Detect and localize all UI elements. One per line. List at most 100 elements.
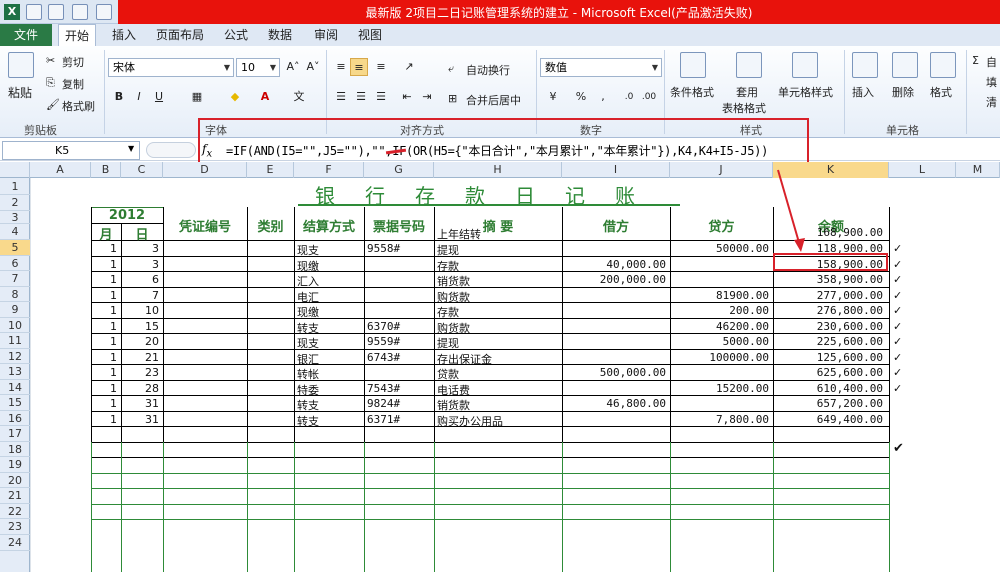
align-center-icon[interactable]: ☰: [352, 88, 370, 106]
row-header-24[interactable]: 24: [0, 535, 30, 551]
column-header-l[interactable]: L: [889, 162, 956, 178]
insert-cells-button[interactable]: 插入: [852, 84, 874, 100]
row-header-12[interactable]: 12: [0, 349, 30, 364]
row-header-16[interactable]: 16: [0, 411, 30, 426]
currency-icon[interactable]: ¥: [544, 88, 562, 106]
wrap-text-button[interactable]: 自动换行: [466, 62, 510, 78]
row-header-19[interactable]: 19: [0, 457, 30, 473]
selected-cell-k5[interactable]: [773, 253, 888, 271]
format-painter-button[interactable]: 格式刷: [62, 98, 95, 114]
delete-cells-button[interactable]: 删除: [892, 84, 914, 100]
font-color-icon[interactable]: A: [256, 88, 274, 106]
borders-icon[interactable]: ▦: [188, 88, 206, 106]
fill-button[interactable]: 填: [986, 74, 997, 90]
autosum-icon[interactable]: Σ: [972, 54, 979, 67]
clear-button[interactable]: 清: [986, 94, 997, 110]
column-header-e[interactable]: E: [247, 162, 294, 178]
row-header-8[interactable]: 8: [0, 287, 30, 302]
underline-button[interactable]: U: [150, 88, 168, 106]
cell-styles-button[interactable]: 单元格样式: [778, 84, 833, 100]
bold-button[interactable]: B: [110, 88, 128, 106]
row-header-2[interactable]: 2: [0, 195, 30, 211]
column-header-i[interactable]: I: [562, 162, 670, 178]
row-header-10[interactable]: 10: [0, 318, 30, 333]
row-header-20[interactable]: 20: [0, 473, 30, 488]
comma-button[interactable]: ,: [594, 88, 612, 106]
increase-indent-icon[interactable]: ⇥: [418, 88, 436, 106]
decrease-indent-icon[interactable]: ⇤: [398, 88, 416, 106]
italic-button[interactable]: I: [130, 88, 148, 106]
conditional-format-icon[interactable]: [680, 52, 706, 78]
row-header-18[interactable]: 18: [0, 442, 30, 457]
row-header-1[interactable]: 1: [0, 178, 30, 195]
format-painter-icon[interactable]: 🖌: [46, 98, 60, 111]
tab-review[interactable]: 审阅: [308, 24, 344, 46]
column-header-a[interactable]: A: [30, 162, 91, 178]
cut-button[interactable]: 剪切: [62, 54, 84, 70]
select-all[interactable]: [0, 162, 30, 178]
tab-insert[interactable]: 插入: [106, 24, 142, 46]
conditional-format-button[interactable]: 条件格式: [670, 84, 714, 100]
format-as-table-button[interactable]: 套用: [736, 84, 758, 100]
column-header-m[interactable]: M: [956, 162, 1000, 178]
number-format-combo[interactable]: 数值 ▼: [540, 58, 662, 77]
align-middle-icon[interactable]: ≡: [350, 58, 368, 76]
percent-button[interactable]: %: [572, 88, 590, 106]
wrap-text-icon[interactable]: ⤶: [448, 62, 454, 76]
cut-icon[interactable]: ✂: [46, 54, 55, 67]
format-cells-button[interactable]: 格式: [930, 84, 952, 100]
column-header-b[interactable]: B: [91, 162, 121, 178]
delete-cells-icon[interactable]: [892, 52, 918, 78]
row-header-5[interactable]: 5: [0, 240, 30, 256]
orientation-icon[interactable]: ↗: [400, 58, 418, 76]
copy-button[interactable]: 复制: [62, 76, 84, 92]
column-header-f[interactable]: F: [294, 162, 364, 178]
align-left-icon[interactable]: ☰: [332, 88, 350, 106]
cell-styles-icon[interactable]: [792, 52, 818, 78]
grow-font-icon[interactable]: A˄: [284, 58, 302, 76]
insert-cells-icon[interactable]: [852, 52, 878, 78]
align-right-icon[interactable]: ☰: [372, 88, 390, 106]
align-top-icon[interactable]: ≡: [332, 58, 350, 76]
paste-icon[interactable]: [8, 52, 34, 78]
row-header-11[interactable]: 11: [0, 333, 30, 349]
name-box[interactable]: K5: [2, 141, 140, 160]
excel-icon[interactable]: X: [4, 4, 20, 20]
fill-color-icon[interactable]: ◆: [226, 88, 244, 106]
tab-home[interactable]: 开始: [58, 24, 97, 46]
row-header-23[interactable]: 23: [0, 519, 30, 535]
font-size-combo[interactable]: 10 ▼: [236, 58, 280, 77]
copy-icon[interactable]: ⎘: [46, 76, 55, 90]
column-header-j[interactable]: J: [670, 162, 773, 178]
shrink-font-icon[interactable]: A˅: [304, 58, 322, 76]
tab-data[interactable]: 数据: [262, 24, 298, 46]
column-header-c[interactable]: C: [121, 162, 163, 178]
merge-center-button[interactable]: 合并后居中: [466, 92, 521, 108]
column-header-d[interactable]: D: [163, 162, 247, 178]
row-header-9[interactable]: 9: [0, 302, 30, 318]
merge-icon[interactable]: ⊞: [448, 92, 457, 105]
column-header-h[interactable]: H: [434, 162, 562, 178]
row-header-6[interactable]: 6: [0, 256, 30, 271]
tab-formulas[interactable]: 公式: [218, 24, 254, 46]
tab-page-layout[interactable]: 页面布局: [150, 24, 210, 46]
row-header-3[interactable]: 3: [0, 211, 30, 224]
paste-button[interactable]: 粘贴: [8, 84, 32, 101]
phonetic-icon[interactable]: 文: [290, 88, 308, 106]
redo-icon[interactable]: [72, 4, 88, 20]
save-icon[interactable]: [26, 4, 42, 20]
autosum-button[interactable]: 自: [986, 54, 997, 70]
align-bottom-icon[interactable]: ≡: [372, 58, 390, 76]
undo-icon[interactable]: [48, 4, 64, 20]
row-header-22[interactable]: 22: [0, 504, 30, 519]
row-header-4[interactable]: 4: [0, 224, 30, 240]
row-header-17[interactable]: 17: [0, 426, 30, 442]
row-header-21[interactable]: 21: [0, 488, 30, 504]
chevron-down-icon[interactable]: ▼: [128, 144, 134, 153]
decrease-decimal-icon[interactable]: .00: [640, 88, 658, 106]
format-cells-icon[interactable]: [930, 52, 956, 78]
row-header-13[interactable]: 13: [0, 364, 30, 380]
increase-decimal-icon[interactable]: .0: [620, 88, 638, 106]
format-as-table-icon[interactable]: [736, 52, 762, 78]
row-header-15[interactable]: 15: [0, 395, 30, 411]
